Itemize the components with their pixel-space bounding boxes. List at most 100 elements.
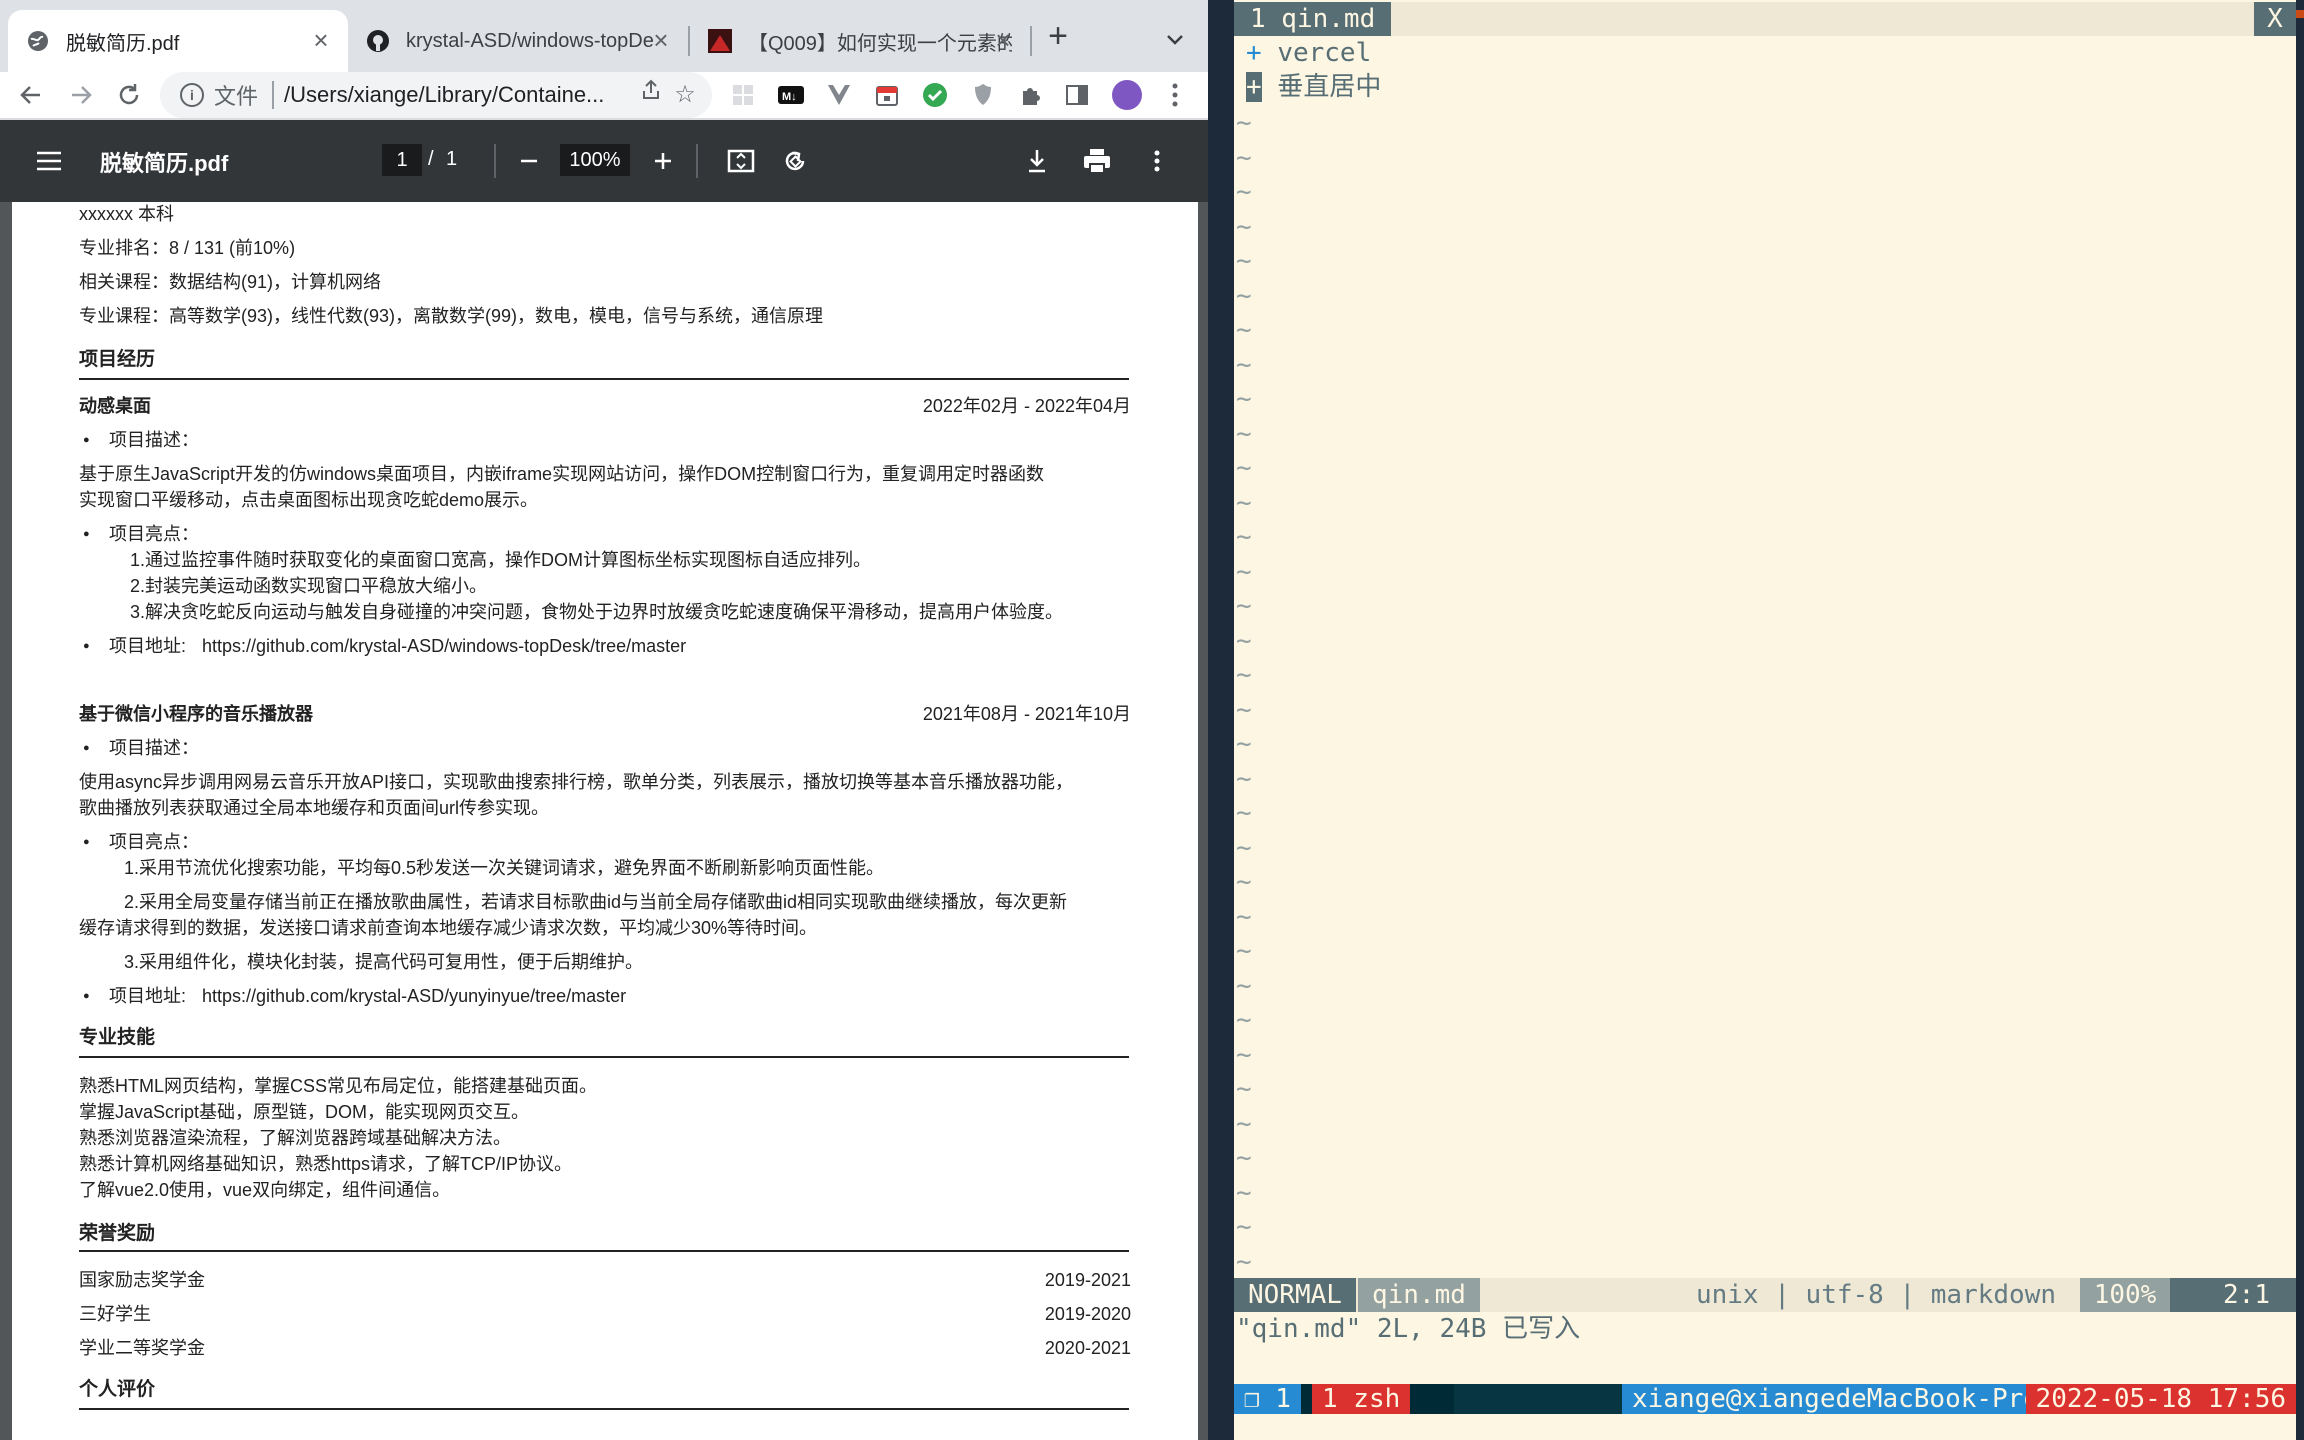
tab-close-icon[interactable]: × (990, 27, 1016, 54)
award-year: 2019-2020 (1044, 1304, 1131, 1324)
vim-mode: NORMAL (1234, 1278, 1356, 1312)
markdown-icon[interactable]: M↓ (774, 78, 808, 112)
award-name: 国家励志奖学金 (79, 1270, 205, 1290)
project2-address-label: 项目地址: (83, 984, 186, 1008)
vim-line: + vercel (1246, 36, 1371, 70)
info-icon[interactable]: i (180, 83, 204, 107)
address-scheme: 文件 (214, 84, 259, 109)
zoom-level-input[interactable]: 100% (560, 144, 630, 176)
extension-grid-icon[interactable] (726, 78, 760, 112)
tmux-spacer (1454, 1384, 1638, 1414)
new-tab-icon[interactable]: + (1040, 19, 1076, 56)
check-extension-icon[interactable] (918, 78, 952, 112)
project1-desc-label: 项目描述： (83, 428, 199, 452)
vim-tilde: ~ (1236, 832, 1252, 863)
address-bar[interactable]: i 文件 /Users/xiange/Library/Containe... ☆ (160, 72, 712, 118)
calendar-icon[interactable] (870, 78, 904, 112)
award-year: 2020-2021 (1044, 1338, 1131, 1358)
section-rule (79, 1056, 1129, 1058)
tab-title: 【Q009】如何实现一个元素的 (748, 32, 1012, 55)
vim-message: "qin.md" 2L, 24B 已写入 (1236, 1314, 1581, 1344)
download-icon[interactable] (1020, 144, 1054, 178)
tmux-session[interactable]: ❐ 1 (1234, 1384, 1301, 1414)
vim-editor[interactable]: 1 qin.md X + vercel + 垂直居中 ~ ~ ~ ~ ~ ~ ~ ~ ~ ~ ~ ~ ~… (1234, 0, 2296, 1440)
skill-item: 掌握JavaScript基础，原型链，DOM，能实现网页交互。 (79, 1102, 530, 1122)
more-vert-icon[interactable] (1140, 144, 1174, 178)
vue-devtools-icon[interactable] (822, 78, 856, 112)
svg-text:M↓: M↓ (782, 91, 797, 103)
vim-tilde: ~ (1236, 280, 1252, 311)
tmux-statusbar: ❐ 1 1 zsh xiange@xiangedeMacBook-Pro 202… (1234, 1384, 2296, 1414)
vim-tilde: ~ (1236, 660, 1252, 690)
vim-tilde: ~ (1236, 556, 1252, 587)
project2-address-link[interactable]: https://github.com/krystal-ASD/yunyinyue… (202, 984, 626, 1008)
pdf-title: 脱敏简历.pdf (100, 151, 229, 176)
back-icon[interactable] (12, 76, 50, 114)
tab-resume-pdf[interactable]: 脱敏简历.pdf × (8, 10, 348, 72)
project1-desc-line1: 基于原生JavaScript开发的仿windows桌面项目，内嵌iframe实现… (79, 464, 1045, 484)
section-rule (79, 378, 1129, 380)
page-number-input[interactable]: 1 (382, 144, 422, 176)
tab-close-icon[interactable]: × (308, 27, 334, 54)
globe-icon (26, 29, 50, 53)
menu-icon[interactable] (34, 146, 64, 176)
vim-tilde: ~ (1236, 177, 1252, 207)
avatar[interactable] (1110, 78, 1144, 112)
evaluation-heading: 个人评价 (79, 1379, 156, 1400)
page-separator: / (428, 148, 434, 170)
tab-strip: 脱敏简历.pdf × krystal-ASD/windows-topDe × 【… (0, 0, 1208, 72)
project1-highlight-1: 1.通过监控事件随时获取变化的桌面窗口宽高，操作DOM计算图标坐标实现图标自适应… (130, 550, 872, 570)
tab-close-icon[interactable]: × (648, 27, 674, 54)
vim-close-button[interactable]: X (2254, 2, 2296, 36)
project1-highlight-2: 2.封装完美运动函数实现窗口平稳放大缩小。 (130, 576, 488, 596)
skill-item: 熟悉浏览器渲染流程，了解浏览器跨域基础解决方法。 (79, 1128, 511, 1148)
side-panel-icon[interactable] (1060, 78, 1094, 112)
vim-cursor-position: 2:1 (2170, 1278, 2296, 1312)
award-year: 2019-2021 (1044, 1270, 1131, 1290)
award-name: 学业二等奖学金 (79, 1338, 205, 1358)
toolbar-separator (494, 144, 496, 178)
vim-tilde: ~ (1236, 142, 1252, 173)
skill-item: 熟悉HTML网页结构，掌握CSS常见布局定位，能搭建基础页面。 (79, 1076, 598, 1096)
puzzle-icon[interactable] (1014, 78, 1048, 112)
reload-icon[interactable] (110, 76, 148, 114)
tmux-window[interactable]: 1 zsh (1312, 1384, 1411, 1414)
vim-tab[interactable]: 1 qin.md (1234, 2, 1392, 36)
address-url[interactable]: /Users/xiange/Library/Containe... (284, 82, 634, 108)
zoom-in-icon[interactable] (646, 144, 680, 178)
project1-address-link[interactable]: https://github.com/krystal-ASD/windows-t… (202, 634, 686, 658)
zoom-out-icon[interactable] (512, 144, 546, 178)
forward-icon[interactable] (62, 76, 100, 114)
vim-tilde: ~ (1236, 591, 1252, 621)
print-icon[interactable] (1080, 144, 1114, 178)
project1-desc-line2: 实现窗口平缓移动，点击桌面图标出现贪吃蛇demo展示。 (79, 490, 539, 510)
vim-tilde: ~ (1236, 108, 1252, 138)
project2-desc-label: 项目描述： (83, 736, 199, 760)
project1-highlight-label: 项目亮点： (83, 522, 199, 546)
vim-tilde: ~ (1236, 1177, 1252, 1208)
vim-tilde: ~ (1236, 1039, 1252, 1070)
tab-separator (1030, 26, 1032, 56)
tab-article[interactable]: 【Q009】如何实现一个元素的 × (690, 10, 1030, 72)
rotate-icon[interactable] (778, 144, 812, 178)
fit-page-icon[interactable] (724, 144, 758, 178)
education-line: xxxxxx 本科 (79, 204, 175, 224)
vim-tilde: ~ (1236, 694, 1252, 725)
vim-file-info: unix | utf-8 | markdown (1695, 1280, 2056, 1310)
section-rule (79, 1250, 1129, 1252)
project2-desc-line2: 歌曲播放列表获取通过全局本地缓存和页面间url传参实现。 (79, 798, 550, 818)
project1-highlight-3: 3.解决贪吃蛇反向运动与触发自身碰撞的冲突问题，食物处于边界时放缓贪吃蛇速度确保… (130, 602, 1064, 622)
vim-line-text: 垂直居中 (1277, 72, 1382, 102)
pdf-viewer[interactable]: xxxxxx 本科 专业排名：8 / 131 (前10%) 相关课程：数据结构(… (0, 202, 1208, 1440)
share-icon[interactable] (634, 78, 668, 112)
skill-item: 熟悉计算机网络基础知识，熟悉https请求，了解TCP/IP协议。 (79, 1154, 573, 1174)
vim-tilde: ~ (1236, 487, 1252, 518)
vim-tilde: ~ (1236, 867, 1252, 897)
tab-github[interactable]: krystal-ASD/windows-topDe × (348, 10, 688, 72)
shield-extension-icon[interactable] (966, 78, 1000, 112)
more-vert-icon[interactable] (1158, 78, 1192, 112)
chevron-down-icon[interactable] (1160, 24, 1190, 54)
browser-toolbar: i 文件 /Users/xiange/Library/Containe... ☆… (0, 72, 1208, 118)
vim-line-text: vercel (1277, 38, 1372, 68)
bookmark-star-icon[interactable]: ☆ (668, 78, 702, 112)
